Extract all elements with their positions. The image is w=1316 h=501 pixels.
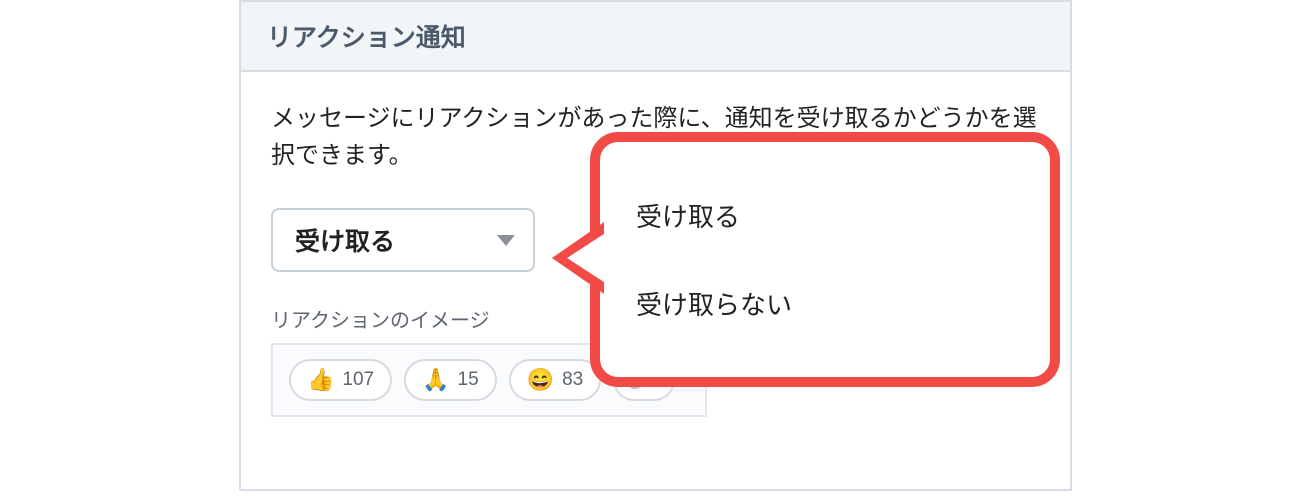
panel-header: リアクション通知 bbox=[241, 2, 1070, 72]
reaction-pill[interactable]: 🙏 15 bbox=[404, 359, 497, 401]
reaction-count: 15 bbox=[458, 369, 479, 391]
thumbs-up-icon: 👍 bbox=[307, 369, 334, 391]
reaction-count: 83 bbox=[562, 369, 583, 391]
grin-icon: 😄 bbox=[527, 369, 554, 391]
panel-title: リアクション通知 bbox=[267, 18, 466, 54]
option-receive[interactable]: 受け取る bbox=[636, 197, 1014, 234]
option-not-receive[interactable]: 受け取らない bbox=[636, 285, 1014, 322]
pray-icon: 🙏 bbox=[422, 369, 449, 391]
select-value: 受け取る bbox=[295, 222, 395, 258]
notification-select[interactable]: 受け取る bbox=[271, 208, 535, 272]
reaction-pill[interactable]: 👍 107 bbox=[289, 359, 392, 401]
chevron-down-icon bbox=[497, 235, 515, 246]
reaction-pill[interactable]: 😄 83 bbox=[509, 359, 602, 401]
reaction-count: 107 bbox=[342, 369, 374, 391]
select-options-callout: 受け取る 受け取らない bbox=[590, 132, 1060, 387]
